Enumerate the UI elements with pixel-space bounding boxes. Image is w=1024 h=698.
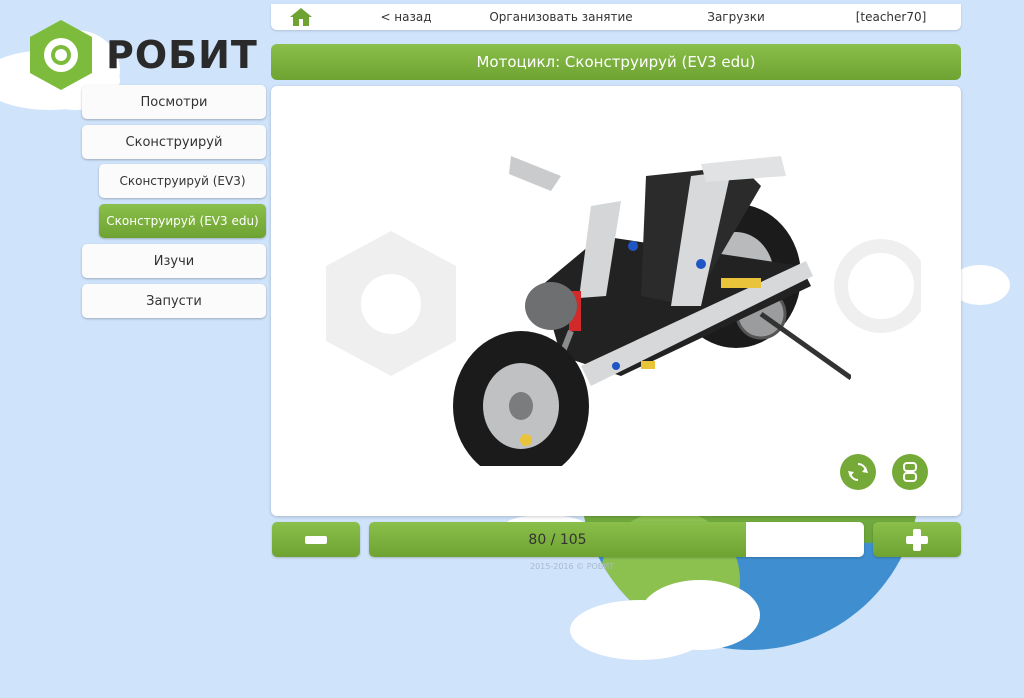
next-step-button[interactable] bbox=[873, 522, 961, 557]
part-icon bbox=[903, 462, 917, 482]
sidebar-item-build-ev3[interactable]: Сконструируй (EV3) bbox=[99, 164, 266, 198]
rotate-icon bbox=[848, 463, 868, 481]
home-icon bbox=[290, 8, 312, 26]
motorcycle-model-image bbox=[453, 156, 851, 466]
sidebar-item-look[interactable]: Посмотри bbox=[82, 85, 266, 119]
logo-hexagon-icon bbox=[28, 18, 94, 92]
sidebar-item-build-ev3-edu[interactable]: Сконструируй (EV3 edu) bbox=[99, 204, 266, 238]
top-navigation: < назад Организовать занятие Загрузки [t… bbox=[271, 4, 961, 30]
page-title: Мотоцикл: Сконструируй (EV3 edu) bbox=[271, 44, 961, 80]
sidebar-item-build[interactable]: Сконструируй bbox=[82, 125, 266, 159]
brand-name: РОБИТ bbox=[106, 33, 258, 77]
step-progress-bar[interactable]: 80 / 105 bbox=[369, 522, 864, 557]
downloads-link[interactable]: Загрузки bbox=[676, 10, 796, 24]
sidebar-item-run[interactable]: Запусти bbox=[82, 284, 266, 318]
sidebar-item-study[interactable]: Изучи bbox=[82, 244, 266, 278]
previous-step-button[interactable] bbox=[272, 522, 360, 557]
user-account-link[interactable]: [teacher70] bbox=[841, 10, 941, 24]
organize-lesson-link[interactable]: Организовать занятие bbox=[471, 10, 651, 24]
plus-icon bbox=[906, 528, 928, 551]
model-viewer[interactable] bbox=[271, 86, 961, 516]
rotate-button[interactable] bbox=[840, 454, 876, 490]
footer-copyright: 2015-2016 © РОБИТ bbox=[530, 562, 615, 571]
progress-text: 80 / 105 bbox=[528, 531, 587, 548]
back-link[interactable]: < назад bbox=[361, 10, 451, 24]
parts-button[interactable] bbox=[892, 454, 928, 490]
minus-icon bbox=[305, 535, 327, 544]
brand-logo[interactable]: РОБИТ bbox=[28, 18, 258, 92]
home-button[interactable] bbox=[271, 7, 331, 27]
background-cloud bbox=[640, 580, 760, 650]
